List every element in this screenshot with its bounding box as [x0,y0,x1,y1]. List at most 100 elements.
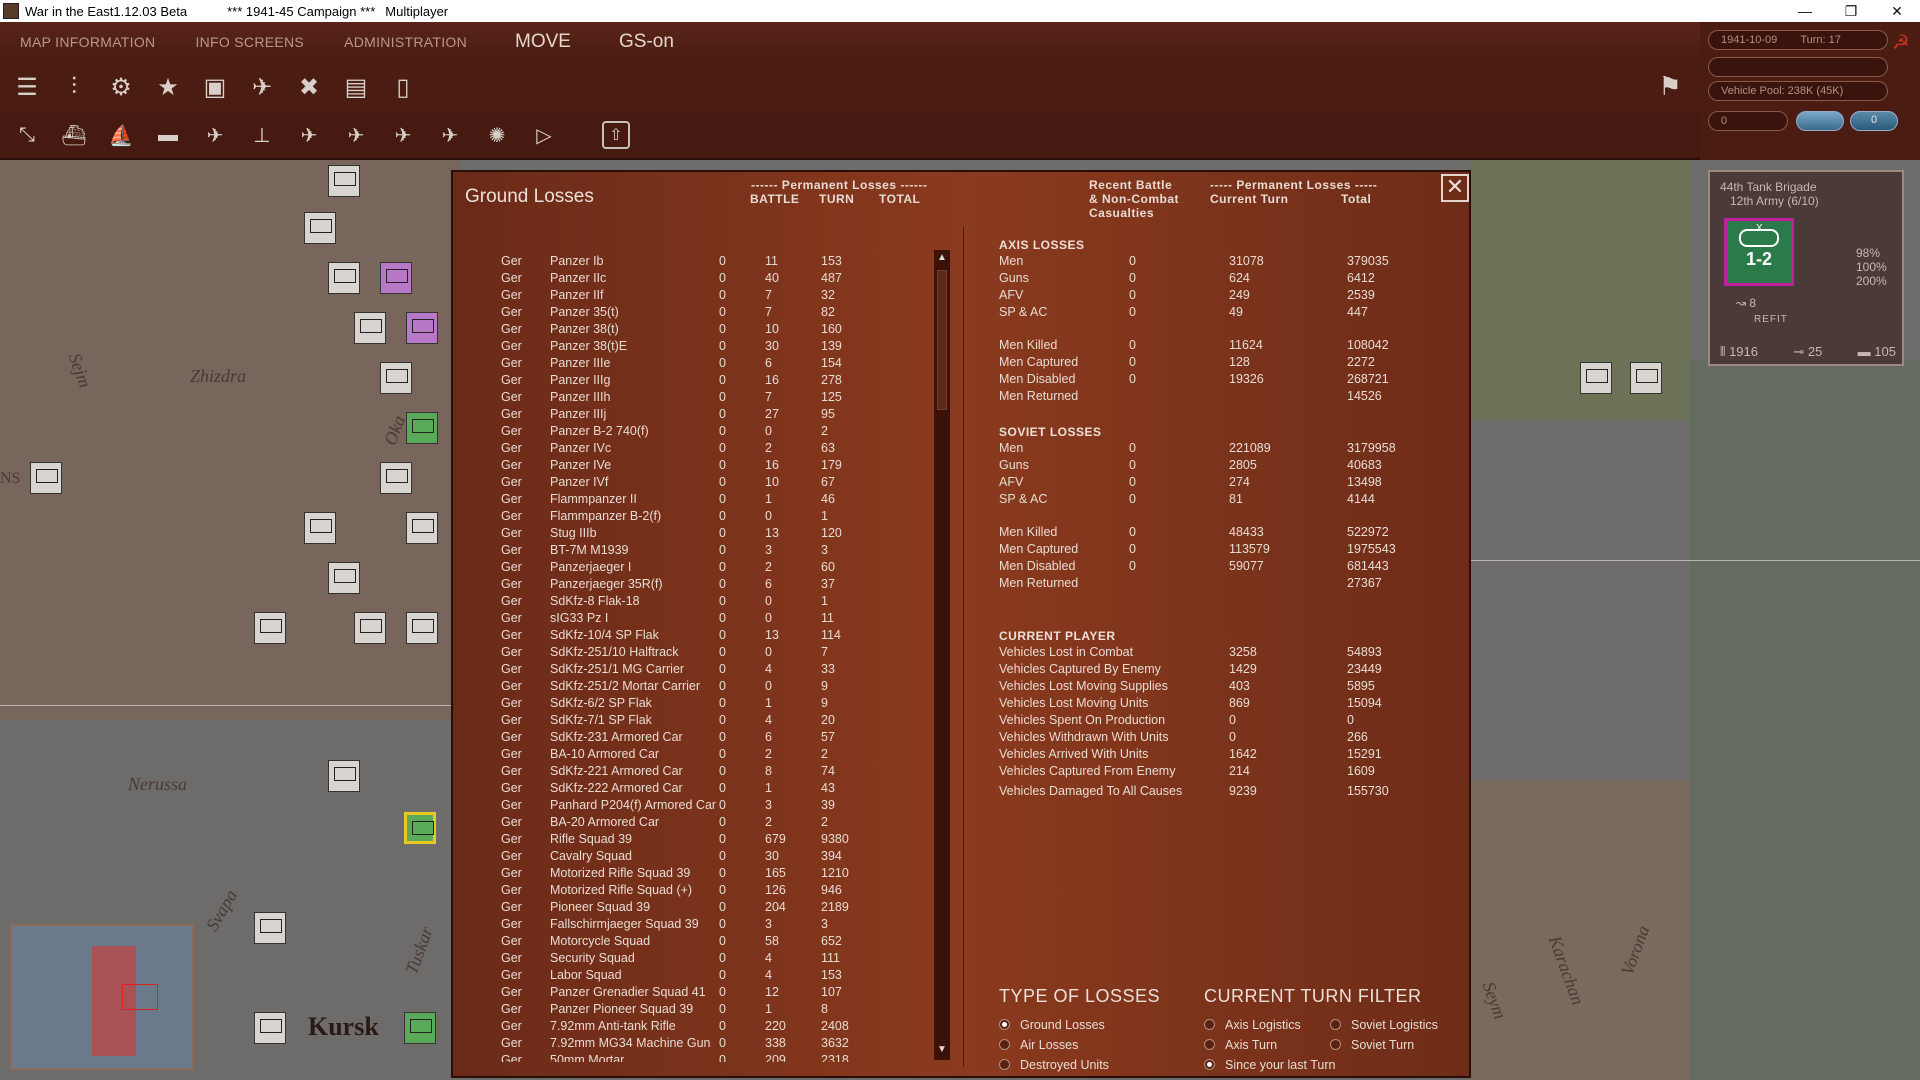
radio-dot-selected[interactable] [1204,1059,1215,1070]
gs-toggle[interactable]: GS-on [599,31,694,53]
radio-since-last-turn[interactable]: Since your last Turn [1204,1058,1335,1072]
table-row[interactable]: Ger Panzer 38(t) 0 10 160 [493,322,893,339]
gear-icon[interactable]: ⚙ [102,68,140,106]
map-unit[interactable] [354,312,386,344]
table-row[interactable]: Ger Panzer IVe 0 16 179 [493,458,893,475]
table-row[interactable]: Ger Panzer 35(t) 0 7 82 [493,305,893,322]
table-row[interactable]: Ger SdKfz-222 Armored Car 0 1 43 [493,781,893,798]
table-row[interactable]: Ger Fallschirmjaeger Squad 39 0 3 3 [493,917,893,934]
blue-toggle-2[interactable]: 0 [1850,111,1898,131]
unit-counter[interactable]: X 1-2 [1724,218,1794,286]
map-unit[interactable] [328,760,360,792]
close-window-button[interactable]: ✕ [1874,0,1920,22]
table-row[interactable]: Ger Motorcycle Squad 0 58 652 [493,934,893,951]
table-row[interactable]: Ger Panzer IVc 0 2 63 [493,441,893,458]
map-unit[interactable] [406,512,438,544]
no-fly-icon[interactable]: ✖ [290,68,328,106]
table-row[interactable]: Ger BA-20 Armored Car 0 2 2 [493,815,893,832]
radio-dot[interactable] [999,1039,1010,1050]
map-unit[interactable] [380,262,412,294]
radio-dot[interactable] [1204,1039,1215,1050]
map-unit[interactable] [254,912,286,944]
table-row[interactable]: Ger Panzer IIIj 0 27 95 [493,407,893,424]
map-unit[interactable] [354,612,386,644]
menu-map-information[interactable]: MAP INFORMATION [0,34,175,50]
table-row[interactable]: Ger Panzerjaeger 35R(f) 0 6 37 [493,577,893,594]
table-row[interactable]: Ger SdKfz-8 Flak-18 0 0 1 [493,594,893,611]
f12-play-icon[interactable]: ▷ [525,116,563,154]
maximize-button[interactable]: ❐ [1828,0,1874,22]
list-scrollbar[interactable]: ▲ ▼ [934,250,950,1060]
radio-dot-selected[interactable] [999,1019,1010,1030]
map-unit[interactable] [404,812,436,844]
map-unit[interactable] [328,562,360,594]
f9-recon-icon[interactable]: ✈ [384,116,422,154]
table-row[interactable]: Ger Labor Squad 0 4 153 [493,968,893,985]
f8-bomber-icon[interactable]: ✈ [337,116,375,154]
radio-soviet-turn[interactable]: Soviet Turn [1330,1038,1414,1052]
table-row[interactable]: Ger Motorized Rifle Squad (+) 0 126 946 [493,883,893,900]
f3-ship-icon[interactable]: ⛵ [102,116,140,154]
air-mission-icon[interactable]: ✈ [243,68,281,106]
radio-dot[interactable] [1204,1019,1215,1030]
table-row[interactable]: Ger Panzer IIIg 0 16 278 [493,373,893,390]
map-unit[interactable] [406,612,438,644]
upload-icon[interactable]: ⇧ [602,121,630,149]
rail-icon[interactable]: ▤ [337,68,375,106]
table-row[interactable]: Ger Panzer IIf 0 7 32 [493,288,893,305]
table-row[interactable]: Ger Cavalry Squad 0 30 394 [493,849,893,866]
table-row[interactable]: Ger Flammpanzer II 0 1 46 [493,492,893,509]
radio-dot[interactable] [1330,1019,1341,1030]
table-row[interactable]: Ger Pioneer Squad 39 0 204 2189 [493,900,893,917]
table-row[interactable]: Ger SdKfz-251/10 Halftrack 0 0 7 [493,645,893,662]
map-unit[interactable] [254,1012,286,1044]
table-row[interactable]: Ger Panzer IIIh 0 7 125 [493,390,893,407]
table-row[interactable]: Ger SdKfz-251/1 MG Carrier 0 4 33 [493,662,893,679]
table-row[interactable]: Ger Panhard P204(f) Armored Car 0 3 39 [493,798,893,815]
table-row[interactable]: Ger 50mm Mortar 0 209 2318 [493,1053,893,1062]
selected-unit-card[interactable]: 44th Tank Brigade 12th Army (6/10) X 1-2… [1708,170,1904,366]
table-row[interactable]: Ger SdKfz-10/4 SP Flak 0 13 114 [493,628,893,645]
table-row[interactable]: Ger Rifle Squad 39 0 679 9380 [493,832,893,849]
scroll-thumb[interactable] [937,270,947,410]
radio-soviet-logistics[interactable]: Soviet Logistics [1330,1018,1438,1032]
f10-strike-icon[interactable]: ✈ [431,116,469,154]
table-row[interactable]: Ger 7.92mm Anti-tank Rifle 0 220 2408 [493,1019,893,1036]
close-dialog-button[interactable]: ✕ [1441,174,1469,202]
radio-air-losses[interactable]: Air Losses [999,1038,1078,1052]
map-unit[interactable] [1630,362,1662,394]
table-row[interactable]: Ger BT-7M M1939 0 3 3 [493,543,893,560]
f7-fighter-icon[interactable]: ✈ [290,116,328,154]
map-unit[interactable] [404,1012,436,1044]
f5-air-icon[interactable]: ✈ [196,116,234,154]
map-unit[interactable] [304,512,336,544]
table-row[interactable]: Ger Panzer Grenadier Squad 41 0 12 107 [493,985,893,1002]
star-icon[interactable]: ★ [149,68,187,106]
scroll-up-arrow-icon[interactable]: ▲ [934,252,950,266]
radio-axis-logistics[interactable]: Axis Logistics [1204,1018,1301,1032]
table-row[interactable]: Ger Panzer B-2 740(f) 0 0 2 [493,424,893,441]
radio-destroyed-units[interactable]: Destroyed Units [999,1058,1109,1072]
table-row[interactable]: Ger Security Squad 0 4 111 [493,951,893,968]
hq-unit-icon[interactable]: ▣ [196,68,234,106]
f11-explosion-icon[interactable]: ✺ [478,116,516,154]
map-unit[interactable] [328,262,360,294]
table-row[interactable]: Ger BA-10 Armored Car 0 2 2 [493,747,893,764]
layers-icon[interactable]: ☰ [8,68,46,106]
blue-toggle-1[interactable] [1796,111,1844,131]
menu-administration[interactable]: ADMINISTRATION [324,34,487,50]
radio-dot[interactable] [999,1059,1010,1070]
table-row[interactable]: Ger SdKfz-6/2 SP Flak 0 1 9 [493,696,893,713]
table-row[interactable]: Ger Panzer IVf 0 10 67 [493,475,893,492]
radio-axis-turn[interactable]: Axis Turn [1204,1038,1277,1052]
table-row[interactable]: Ger SdKfz-7/1 SP Flak 0 4 20 [493,713,893,730]
equipment-loss-list[interactable]: Ger Panzer Ib 0 11 153 Ger Panzer IIc 0 40 487 Ger… [493,254,893,1062]
map-unit[interactable] [254,612,286,644]
table-row[interactable]: Ger Panzerjaeger I 0 2 60 [493,560,893,577]
f2-naval-icon[interactable]: ⛴ [55,116,93,154]
table-row[interactable]: Ger Stug IIIb 0 13 120 [493,526,893,543]
viewport-indicator[interactable] [122,984,158,1010]
f6-airbase-icon[interactable]: ⊥ [243,116,281,154]
table-row[interactable]: Ger Panzer Ib 0 11 153 [493,254,893,271]
table-row[interactable]: Ger SdKfz-251/2 Mortar Carrier 0 0 9 [493,679,893,696]
